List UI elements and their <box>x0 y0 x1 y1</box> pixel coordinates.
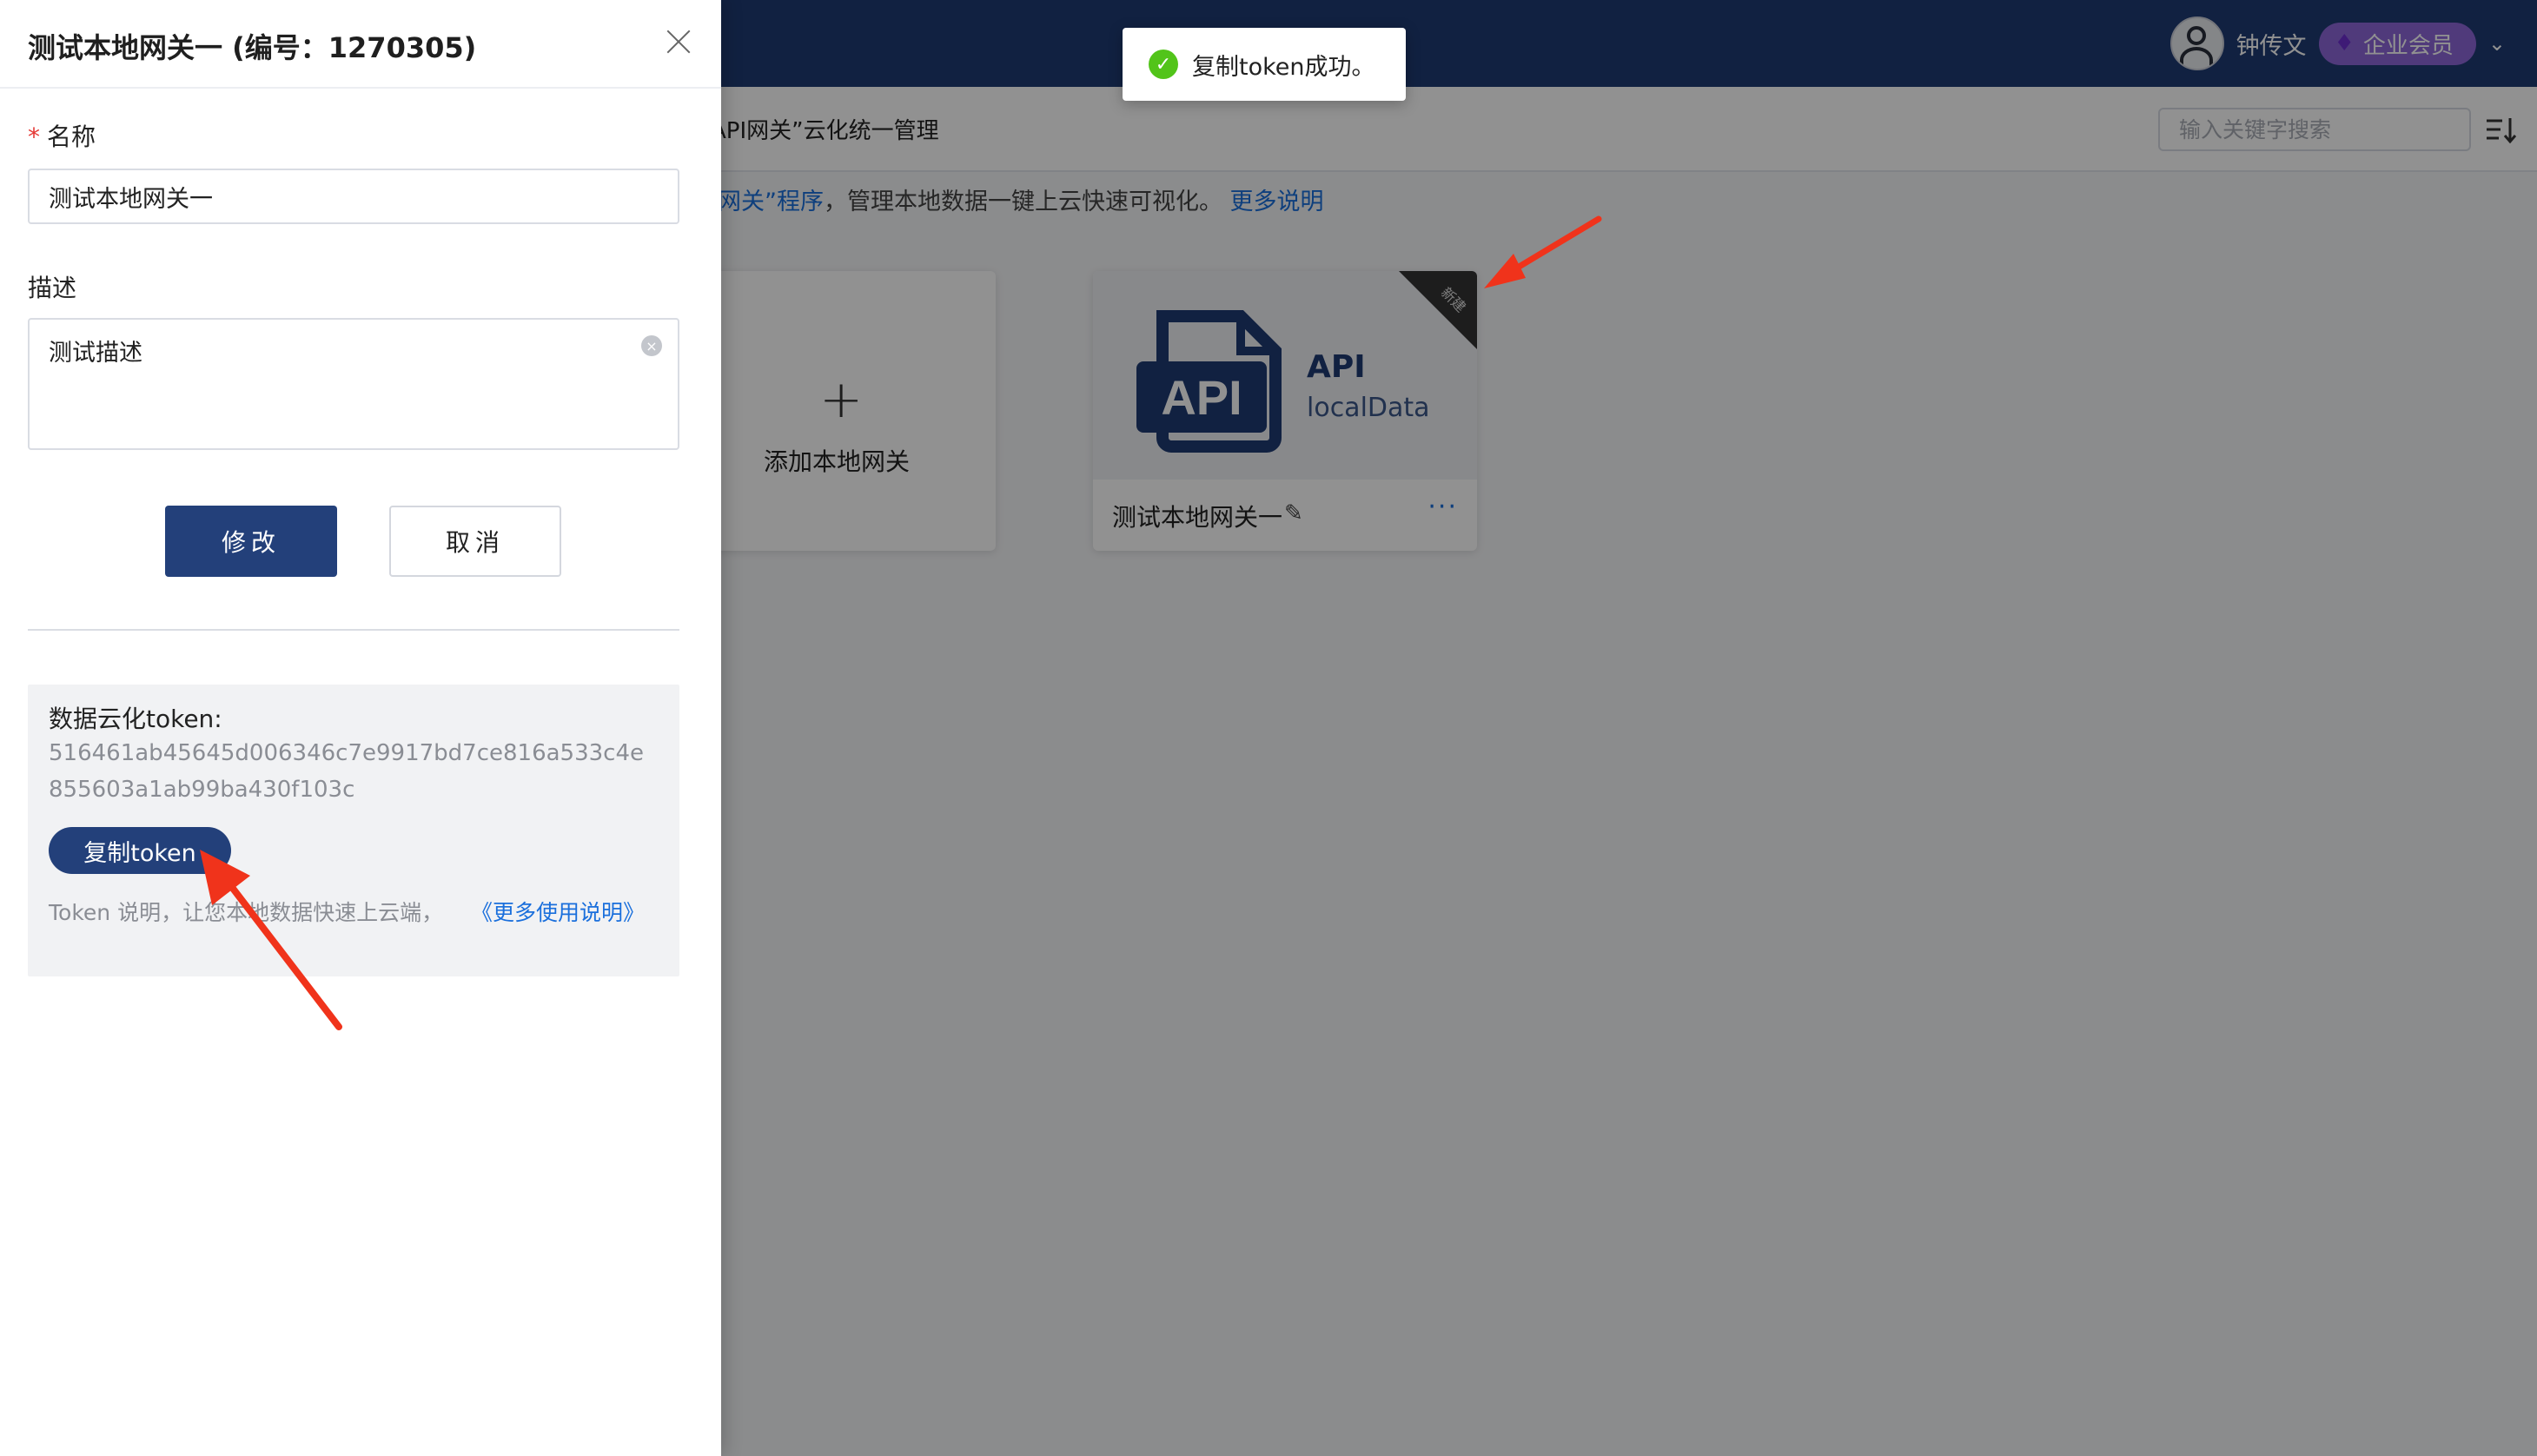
required-mark: * <box>28 122 40 151</box>
annotation-arrow-icon <box>1484 215 1602 288</box>
annotation-arrow-icon <box>200 850 342 1030</box>
close-icon[interactable] <box>660 24 697 61</box>
drawer-header: 测试本地网关一 (编号：1270305) <box>0 0 721 89</box>
description-label: 描述 <box>28 274 77 302</box>
drawer-title: 测试本地网关一 (编号：1270305) <box>28 31 477 64</box>
description-field[interactable]: 测试描述 <box>30 320 678 448</box>
token-value: 516461ab45645d006346c7e9917bd7ce816a533c… <box>49 740 645 803</box>
token-label: 数据云化token: <box>49 705 222 733</box>
cancel-button[interactable]: 取消 <box>389 506 561 577</box>
check-circle-icon: ✓ <box>1149 50 1178 79</box>
name-label: * 名称 <box>28 122 96 151</box>
divider <box>28 629 679 631</box>
success-toast: ✓ 复制token成功。 <box>1123 28 1406 101</box>
name-field[interactable] <box>28 169 679 224</box>
edit-gateway-drawer: 测试本地网关一 (编号：1270305) *名称 描述 测试描述 × 修改 取消… <box>0 0 721 1456</box>
clear-icon[interactable]: × <box>641 335 662 356</box>
token-panel: 数据云化token: 516461ab45645d006346c7e9917bd… <box>28 685 679 976</box>
toast-message: 复制token成功。 <box>1192 53 1375 81</box>
modify-button[interactable]: 修改 <box>165 506 337 577</box>
description-box[interactable]: 测试描述 × <box>28 318 679 450</box>
more-usage-link[interactable]: 《更多使用说明》 <box>471 900 645 925</box>
token-note: Token 说明，让您本地数据快速上云端， 《更多使用说明》 <box>49 900 646 925</box>
